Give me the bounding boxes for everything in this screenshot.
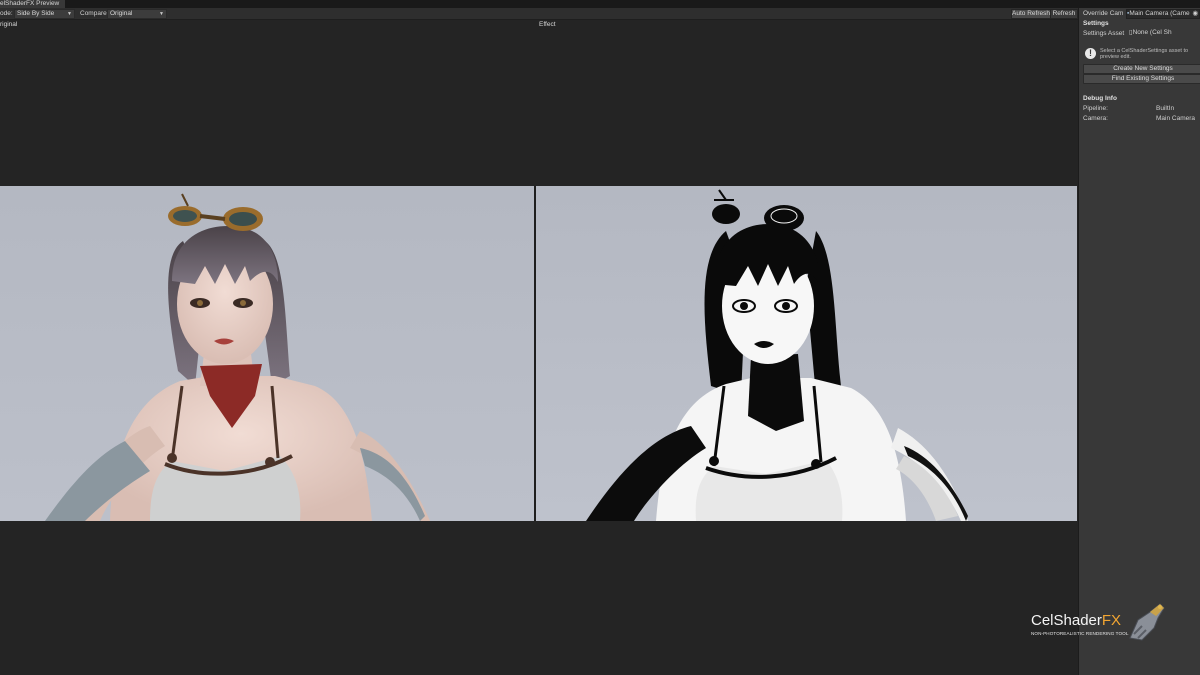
logo-subtitle: NON-PHOTOREALISTIC RENDERING TOOL (1031, 631, 1129, 636)
original-character-render (45, 193, 430, 521)
info-icon: ! (1085, 48, 1096, 59)
gauntlet-icon (1129, 603, 1165, 641)
auto-refresh-toggle[interactable]: Auto Refresh (1011, 9, 1051, 19)
original-view-label: riginal (0, 21, 18, 28)
settings-header: Settings (1083, 20, 1109, 27)
effect-viewport[interactable] (536, 186, 1077, 521)
pipeline-value: BuiltIn (1156, 105, 1175, 112)
effect-view-label: Effect (539, 21, 556, 28)
override-camera-value: Main Camera (Came (1129, 10, 1190, 17)
settings-asset-label: Settings Asset (1083, 30, 1125, 37)
pipeline-label: Pipeline: (1083, 105, 1108, 112)
logo-title-main: CelShader (1031, 612, 1102, 629)
celshaderfx-logo: CelShaderFX NON-PHOTOREALISTIC RENDERING… (1028, 596, 1200, 656)
logo-title-accent: FX (1101, 612, 1122, 629)
compare-dropdown[interactable]: Original ▼ (107, 9, 167, 19)
window-tab-bar: elShaderFX Preview (0, 0, 1200, 8)
effect-character-render (586, 189, 968, 521)
override-camera-label: Override Cam (1083, 10, 1124, 17)
compare-dropdown-value: Original (110, 10, 133, 17)
settings-asset-value: None (Cel Sh (1132, 29, 1172, 36)
settings-asset-field[interactable]: ▯None (Cel Sh (1129, 29, 1200, 37)
chevron-down-icon: ▼ (159, 11, 164, 17)
window-tab-celshaderfx-preview[interactable]: elShaderFX Preview (0, 0, 66, 8)
original-viewport[interactable] (0, 186, 534, 521)
camera-value: Main Camera (1156, 115, 1196, 122)
mode-label: ode: (0, 10, 13, 17)
debug-info-header: Debug Info (1083, 95, 1117, 102)
override-camera-field[interactable]: ▪Main Camera (Came ◉ (1126, 9, 1200, 19)
preview-toolbar: ode: Side By Side ▼ Compare: Original ▼ … (0, 8, 1200, 20)
inspector-panel: Override Cam ▪Main Camera (Came ◉ Settin… (1078, 8, 1200, 675)
create-new-settings-button[interactable]: Create New Settings (1083, 64, 1200, 74)
logo-title: CelShaderFX (1031, 613, 1121, 629)
camera-label: Camera: (1083, 115, 1108, 122)
mode-dropdown[interactable]: Side By Side ▼ (14, 9, 75, 19)
chevron-down-icon: ▼ (67, 11, 72, 17)
compare-label: Compare: (80, 10, 109, 17)
object-picker-icon[interactable]: ◉ (1192, 10, 1198, 18)
mode-dropdown-value: Side By Side (17, 10, 55, 17)
refresh-button[interactable]: Refresh (1050, 9, 1078, 19)
find-existing-settings-button[interactable]: Find Existing Settings (1083, 74, 1200, 84)
info-message: Select a CelShaderSettings asset to prev… (1100, 48, 1189, 60)
